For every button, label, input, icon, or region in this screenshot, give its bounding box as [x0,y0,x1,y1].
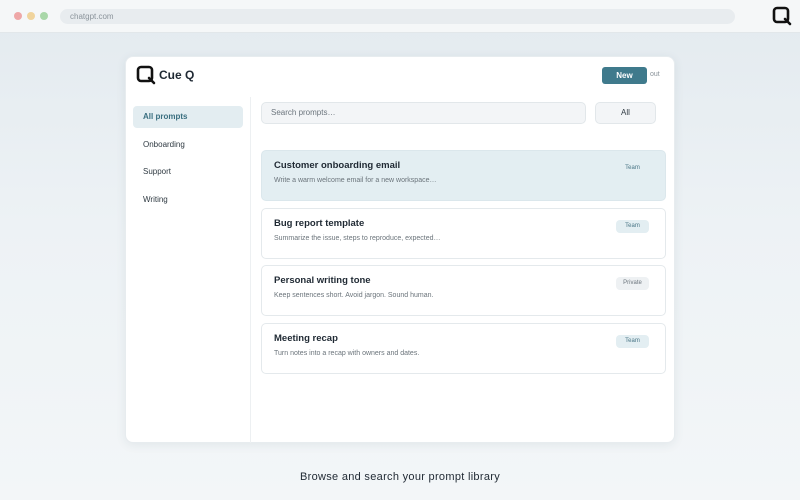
prompt-description: Summarize the issue, steps to reproduce,… [274,235,441,242]
prompt-card[interactable]: Meeting recap Turn notes into a recap wi… [261,323,666,374]
prompt-card[interactable]: Bug report template Summarize the issue,… [261,208,666,259]
prompt-description: Turn notes into a recap with owners and … [274,350,420,357]
sidebar-item-support[interactable]: Support [133,161,243,183]
prompt-title: Meeting recap [274,333,338,344]
cue-q-logo-icon [136,65,156,85]
filter-select[interactable]: All [595,102,656,124]
prompt-title: Personal writing tone [274,275,371,286]
visibility-badge: Team [625,165,640,171]
prompt-title: Customer onboarding email [274,160,401,171]
sidebar-item-onboarding[interactable]: Onboarding [133,134,243,156]
close-dot-icon[interactable] [14,12,22,20]
chatgpt-logo-icon[interactable] [772,6,792,26]
sidebar-item-writing[interactable]: Writing [133,189,243,211]
brand-name: Cue Q [159,68,195,82]
visibility-badge: Team [616,335,649,348]
browser-toolbar: chatgpt.com [0,0,800,33]
prompt-card[interactable]: Customer onboarding email Write a warm w… [261,150,666,201]
sidebar: All prompts Onboarding Support Writing [126,97,251,443]
sidebar-item-all-prompts[interactable]: All prompts [133,106,243,128]
prompt-title: Bug report template [274,218,365,229]
prompt-description: Write a warm welcome email for a new wor… [274,177,437,184]
minimize-dot-icon[interactable] [27,12,35,20]
app-window: Cue Q New out All prompts Onboarding Sup… [125,56,675,443]
new-prompt-button[interactable]: New [602,67,647,84]
search-input[interactable]: Search prompts… [261,102,586,124]
sign-out-link[interactable]: out [650,71,660,78]
page-caption: Browse and search your prompt library [299,471,500,483]
prompt-description: Keep sentences short. Avoid jargon. Soun… [274,292,434,299]
visibility-badge: Team [616,220,649,233]
maximize-dot-icon[interactable] [40,12,48,20]
visibility-badge: Private [616,277,649,290]
address-bar[interactable]: chatgpt.com [60,9,735,24]
prompt-card[interactable]: Personal writing tone Keep sentences sho… [261,265,666,316]
